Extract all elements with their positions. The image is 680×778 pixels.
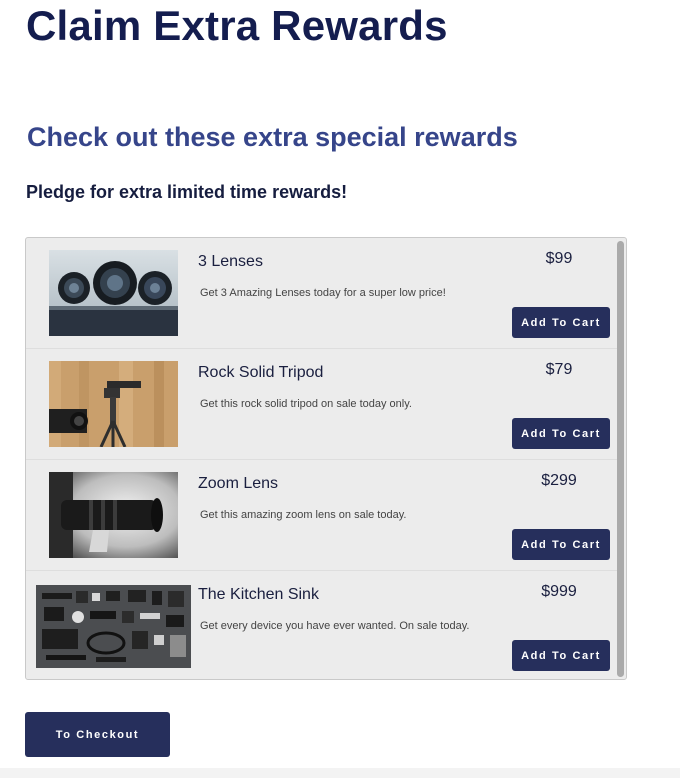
reward-price: $999 (541, 583, 577, 600)
reward-price: $79 (545, 361, 573, 378)
reward-description: Get this amazing zoom lens on sale today… (200, 509, 407, 521)
add-to-cart-button[interactable]: Add To Cart (512, 529, 610, 560)
rewards-list[interactable]: 3 Lenses Get 3 Amazing Lenses today for … (25, 237, 627, 680)
reward-description: Get every device you have ever wanted. O… (200, 620, 470, 632)
reward-price: $99 (545, 250, 573, 267)
reward-description: Get this rock solid tripod on sale today… (200, 398, 412, 410)
add-to-cart-button[interactable]: Add To Cart (512, 307, 610, 338)
section-subheading: Pledge for extra limited time rewards! (26, 182, 348, 202)
reward-name: Zoom Lens (198, 475, 279, 492)
reward-row-zoom-lens: Zoom Lens Get this amazing zoom lens on … (26, 460, 618, 571)
section-heading: Check out these extra special rewards (27, 122, 518, 152)
page-title: Claim Extra Rewards (26, 2, 448, 49)
reward-image-kitchen-sink (36, 585, 191, 668)
reward-name: The Kitchen Sink (198, 586, 319, 603)
rewards-scrollbar[interactable] (617, 241, 624, 677)
reward-row-tripod: Rock Solid Tripod Get this rock solid tr… (26, 349, 618, 460)
to-checkout-button[interactable]: To Checkout (25, 712, 170, 757)
footer-strip (0, 768, 680, 778)
reward-name: Rock Solid Tripod (198, 364, 324, 381)
add-to-cart-button[interactable]: Add To Cart (512, 640, 610, 671)
add-to-cart-button[interactable]: Add To Cart (512, 418, 610, 449)
reward-image-tripod (49, 361, 178, 447)
reward-row-3-lenses: 3 Lenses Get 3 Amazing Lenses today for … (26, 238, 618, 349)
reward-image-lenses (49, 250, 178, 336)
reward-description: Get 3 Amazing Lenses today for a super l… (200, 287, 446, 299)
scrollbar-thumb[interactable] (617, 241, 624, 677)
reward-image-zoom-lens (49, 472, 178, 558)
reward-name: 3 Lenses (198, 253, 263, 270)
reward-price: $299 (541, 472, 577, 489)
reward-row-kitchen-sink: The Kitchen Sink Get every device you ha… (26, 571, 618, 679)
